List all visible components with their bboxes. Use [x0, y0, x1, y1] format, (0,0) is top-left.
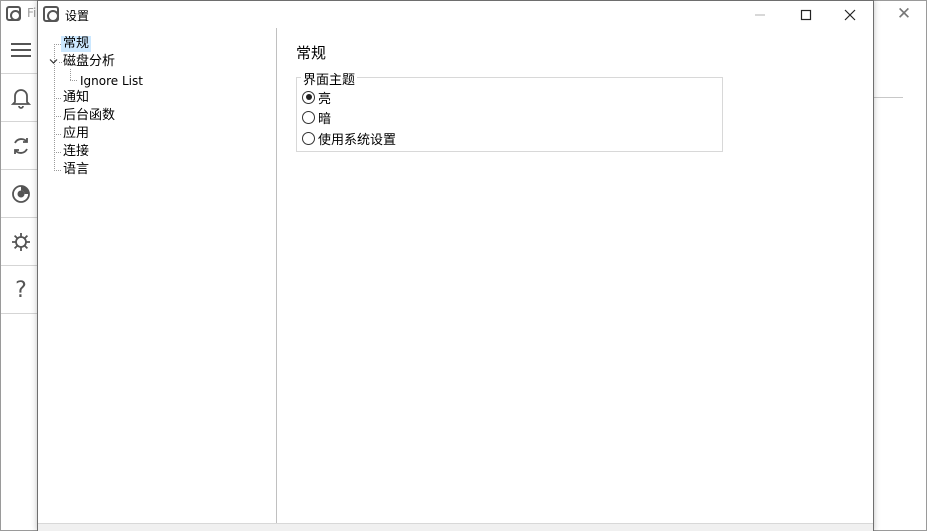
- tree-item-general[interactable]: 常规: [61, 36, 92, 52]
- background-sidebar: ?: [1, 27, 41, 531]
- sync-icon: [14, 138, 28, 154]
- dialog-title: 设置: [65, 9, 90, 23]
- tree-connector: [70, 80, 78, 81]
- close-icon: [844, 9, 856, 20]
- panel-splitter[interactable]: [276, 28, 278, 523]
- tree-item-ignore-list[interactable]: Ignore List: [78, 73, 145, 89]
- theme-group-legend: 界面主题: [301, 69, 358, 88]
- radio-button[interactable]: [302, 110, 315, 124]
- notifications-button[interactable]: [1, 75, 41, 122]
- disk-button[interactable]: [1, 171, 41, 218]
- bell-icon: [11, 89, 31, 109]
- radio-button-checked[interactable]: [302, 90, 315, 104]
- menu-icon: [11, 43, 31, 57]
- radio-label: 亮: [318, 91, 332, 107]
- help-button[interactable]: ?: [1, 267, 41, 314]
- minimize-button[interactable]: [737, 1, 783, 28]
- dialog-bottom-edge: [38, 523, 873, 531]
- radio-button[interactable]: [302, 131, 315, 145]
- minimize-icon: [755, 14, 765, 15]
- disk-icon: [12, 185, 30, 203]
- gear-icon: [12, 233, 30, 251]
- radio-option-system[interactable]: 使用系统设置: [302, 129, 397, 148]
- radio-label: 暗: [318, 111, 332, 127]
- radio-label: 使用系统设置: [318, 132, 397, 148]
- app-logo-icon: [6, 6, 21, 21]
- maximize-button[interactable]: [783, 1, 829, 28]
- settings-button[interactable]: [1, 219, 41, 266]
- sync-button[interactable]: [1, 123, 41, 170]
- background-divider: [874, 97, 903, 98]
- tree-item-apps[interactable]: 应用: [61, 126, 91, 142]
- tree-item-disk-analysis[interactable]: 磁盘分析: [61, 54, 117, 70]
- radio-option-dark[interactable]: 暗: [302, 108, 332, 127]
- tree-item-background-functions[interactable]: 后台函数: [61, 108, 117, 124]
- dialog-titlebar[interactable]: 设置: [38, 1, 873, 28]
- radio-option-light[interactable]: 亮: [302, 88, 332, 107]
- menu-button[interactable]: [1, 27, 41, 74]
- close-button[interactable]: [827, 1, 873, 28]
- screen: Fi ✕ ? 设置 常规 磁盘分析 Ignore List 通知 后台函数 应用…: [0, 0, 927, 531]
- tree-item-notifications[interactable]: 通知: [61, 90, 91, 106]
- tree-item-language[interactable]: 语言: [61, 162, 91, 178]
- maximize-icon: [800, 9, 812, 20]
- chevron-down-icon[interactable]: [49, 57, 58, 66]
- background-close-button[interactable]: ✕: [894, 5, 914, 23]
- background-app-title: Fi: [27, 6, 37, 20]
- help-icon: ?: [15, 277, 27, 303]
- settings-dialog: 设置 常规 磁盘分析 Ignore List 通知 后台函数 应用 连接 语言 …: [37, 0, 874, 531]
- app-logo-icon: [43, 6, 59, 22]
- tree-item-connection[interactable]: 连接: [61, 144, 91, 160]
- section-title: 常规: [296, 44, 327, 62]
